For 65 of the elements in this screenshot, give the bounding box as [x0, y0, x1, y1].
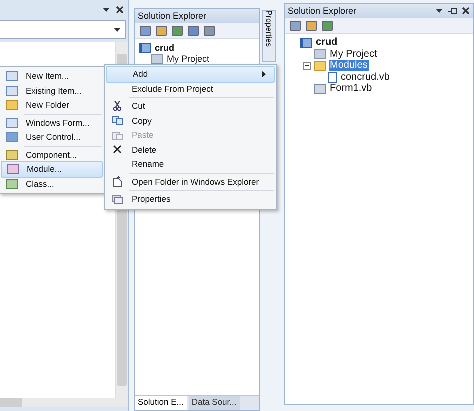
item-icon	[6, 178, 18, 189]
delete-icon	[112, 145, 122, 154]
close-icon[interactable]	[116, 6, 124, 14]
menu-item[interactable]: Windows Form...	[1, 116, 103, 130]
menu-item[interactable]: Delete	[106, 142, 275, 157]
horizontal-scrollbar[interactable]	[0, 398, 128, 407]
tree-item[interactable]: concrud.vb	[340, 72, 391, 83]
toolbar-icon[interactable]	[156, 26, 167, 36]
menu-item[interactable]: Component...	[1, 148, 103, 162]
project-icon	[300, 38, 312, 48]
tree-item[interactable]: Modules	[329, 60, 369, 72]
menu-item[interactable]: Open Folder in Windows Explorer	[106, 174, 275, 189]
tree-item[interactable]: crud	[154, 42, 176, 52]
document-icon	[112, 176, 122, 188]
file-icon	[328, 72, 337, 83]
folder-icon	[314, 60, 326, 71]
menu-item[interactable]: Properties	[106, 192, 275, 206]
menu-item[interactable]: Add	[106, 66, 275, 82]
close-icon[interactable]	[462, 7, 470, 15]
file-icon	[151, 54, 163, 64]
item-icon	[7, 164, 19, 174]
paste-icon	[112, 130, 122, 140]
menu-item[interactable]: Rename	[106, 157, 275, 172]
toolbar-icon[interactable]	[172, 26, 183, 36]
dropdown-icon[interactable]	[436, 8, 443, 14]
project-icon	[139, 42, 151, 52]
toolbar-icon[interactable]	[290, 20, 301, 30]
file-icon	[314, 84, 326, 94]
menu-item[interactable]: Cut	[106, 99, 275, 114]
item-icon	[6, 132, 18, 142]
toolbar-icon[interactable]	[140, 26, 151, 36]
panel-tab[interactable]: Data Sour...	[188, 396, 240, 410]
file-icon	[314, 49, 326, 60]
tree-item[interactable]: My Project	[166, 54, 211, 64]
dropdown-icon[interactable]	[114, 28, 121, 32]
properties-tab[interactable]: Properties	[262, 10, 276, 62]
item-icon	[6, 71, 18, 82]
menu-item[interactable]: Copy	[106, 114, 275, 128]
tree-item[interactable]: Form1.vb	[329, 83, 374, 94]
panel-title: Solution Explorer	[288, 6, 357, 16]
menu-item[interactable]: Module...	[1, 161, 103, 178]
menu-item[interactable]: Exclude From Project	[106, 82, 275, 96]
panel-tab[interactable]: Solution E...	[135, 396, 187, 410]
tree-item[interactable]: My Project	[329, 48, 378, 60]
copy-icon	[112, 116, 122, 126]
collapse-icon[interactable]	[303, 62, 311, 70]
menu-item[interactable]: Existing Item...	[1, 84, 103, 98]
toolbar-icon[interactable]	[322, 20, 333, 30]
scissors-icon	[112, 101, 122, 112]
menu-item[interactable]: Class...	[1, 176, 103, 191]
toolbar-icon[interactable]	[188, 26, 199, 36]
tree-item[interactable]: crud	[315, 37, 339, 48]
panel-title: Solution Explorer	[138, 11, 207, 21]
item-icon	[6, 118, 18, 128]
toolbar-icon[interactable]	[306, 20, 317, 30]
item-icon	[6, 100, 18, 110]
dropdown-icon[interactable]	[103, 8, 110, 12]
menu-item[interactable]: New Folder	[1, 98, 103, 112]
menu-item[interactable]: User Control...	[1, 130, 103, 144]
toolbar-icon[interactable]	[204, 26, 215, 36]
pin-icon[interactable]	[448, 8, 457, 14]
folder-icon	[112, 194, 122, 204]
item-icon	[6, 150, 18, 160]
item-icon	[6, 86, 18, 96]
menu-item[interactable]: New Item...	[1, 69, 103, 84]
